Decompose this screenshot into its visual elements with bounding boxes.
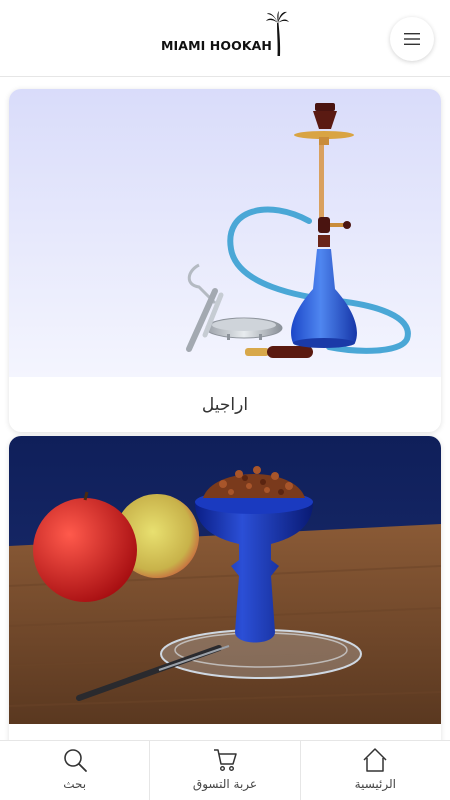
nav-search-label: بحث [63, 777, 87, 791]
nav-search[interactable]: بحث [0, 741, 149, 800]
hookah-bowl-tobacco-image [9, 436, 441, 724]
cart-icon [213, 749, 237, 772]
nav-cart[interactable]: عربة التسوق [149, 741, 299, 800]
nav-cart-label: عربة التسوق [192, 777, 258, 791]
search-icon [63, 749, 87, 772]
category-label: اراجيل [201, 394, 249, 415]
category-list: اراجيل [0, 77, 450, 740]
home-icon [363, 748, 387, 772]
palm-tree-icon [266, 11, 289, 56]
nav-home[interactable]: الرئيسية [299, 741, 450, 800]
app-header: MIAMI HOOKAH [0, 0, 450, 77]
brand-logo[interactable]: MIAMI HOOKAH [161, 11, 291, 57]
category-label [9, 724, 441, 740]
hookah-set-image [9, 89, 441, 377]
bottom-navigation: بحث عربة التسوق الرئيسية [0, 740, 450, 800]
logo-text: MIAMI HOOKAH [161, 38, 272, 53]
category-card-hookahs[interactable]: اراجيل [9, 89, 441, 432]
menu-button[interactable] [390, 17, 434, 61]
hamburger-menu-icon [404, 33, 420, 45]
nav-home-label: الرئيسية [354, 777, 396, 791]
category-card-tobacco[interactable] [9, 436, 441, 740]
